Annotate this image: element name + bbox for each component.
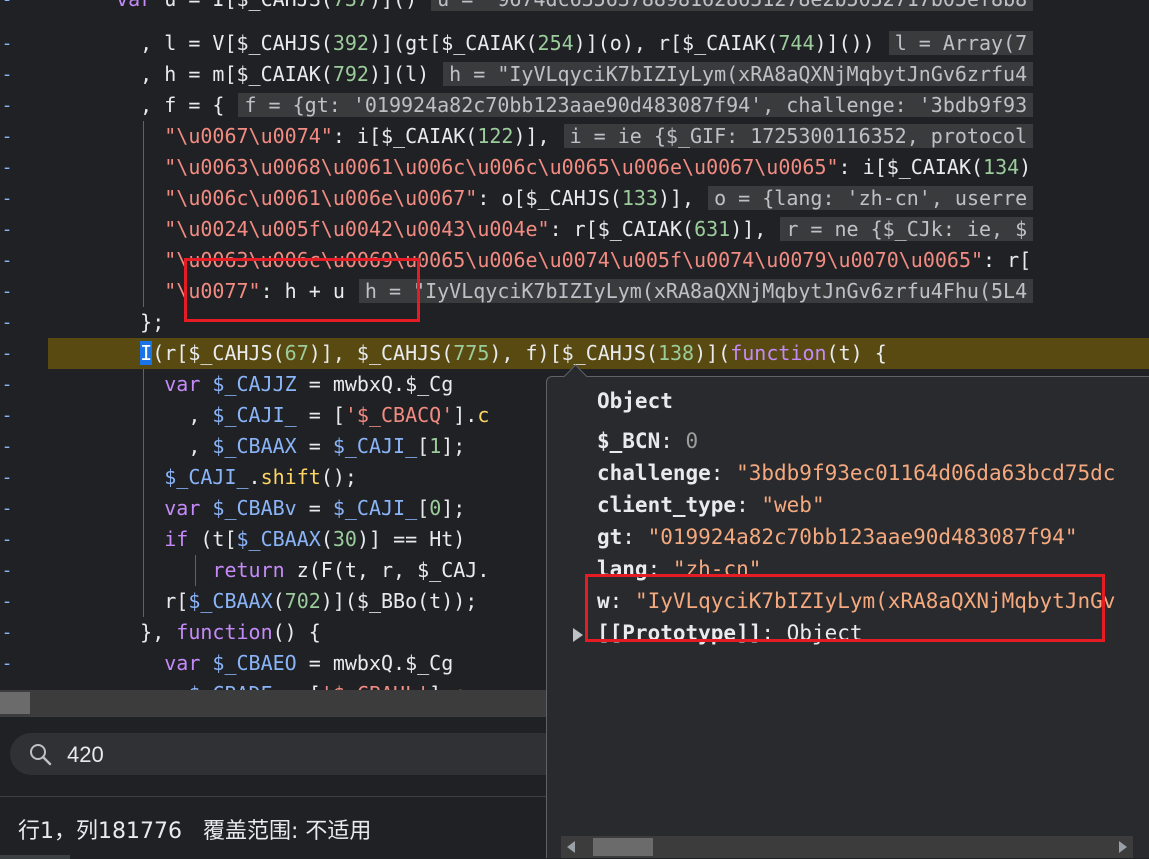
line-marker[interactable]: - (0, 431, 14, 462)
inline-value-preview: o = {lang: 'zh-cn', userre (708, 186, 1034, 210)
popover-horizontal-scrollbar[interactable] (561, 836, 1133, 858)
status-bar: 行1，列181776 覆盖范围: 不适用 (0, 796, 548, 859)
editor-horizontal-scrollbar[interactable] (0, 690, 548, 716)
code-line[interactable]: "\u0024\u005f\u0042\u0043\u004e": r[$_CA… (48, 214, 1149, 245)
code-line[interactable]: "\u0063\u0068\u0061\u006c\u006c\u0065\u0… (48, 152, 1149, 183)
search-bar (0, 716, 548, 797)
line-marker[interactable]: - (0, 183, 14, 214)
indent-guide (143, 121, 144, 307)
code-line[interactable]: , h = m[$_CAIAK(792)](l) h = "IyVLqyciK7b… (48, 59, 1149, 90)
inline-value-preview: h = "IyVLqyciK7bIZIyLym(xRA8aQXNjMqbytJn… (443, 62, 1034, 86)
line-marker[interactable]: - (0, 28, 14, 59)
code-line[interactable]: "\u0067\u0074": i[$_CAIAK(122)], i = ie {… (48, 121, 1149, 152)
expand-triangle-icon[interactable] (573, 628, 583, 642)
search-input[interactable] (65, 737, 539, 773)
property-value: 0 (685, 429, 699, 453)
property-gt[interactable]: gt: "019924a82c70bb123aae90d483087f94" (597, 521, 1077, 553)
line-marker[interactable]: - (0, 307, 14, 338)
property-key: client_type (597, 493, 737, 517)
inline-value-preview: f = {gt: '019924a82c70bb123aae90d483087f… (238, 93, 1034, 117)
code-line[interactable]: , l = V[$_CAHJS(392)](gt[$_CAIAK(254)](o… (48, 28, 1149, 59)
object-preview-popover[interactable]: Object $_BCN: 0 challenge: "3bdb9f93ec011… (546, 364, 1149, 858)
line-marker[interactable]: - (0, 152, 14, 183)
property-bcn[interactable]: $_BCN: 0 (597, 425, 698, 457)
code-line[interactable]: , f = {f = {gt: '019924a82c70bb123aae90d… (48, 90, 1149, 121)
status-position-coverage: 行1，列181776 覆盖范围: 不适用 (18, 819, 372, 844)
property-value: "019924a82c70bb123aae90d483087f94" (647, 525, 1078, 549)
line-gutter: ----------------------- (0, 0, 48, 690)
status-scroll-indicator (0, 855, 70, 859)
line-marker[interactable]: - (0, 338, 14, 369)
inline-value-preview: l = Array(7 (888, 31, 1034, 55)
property-value: "web" (761, 493, 825, 517)
code-line-paused[interactable]: I(r[$_CAHJS(67)], $_CAHJS(775), f)[$_CAH… (48, 338, 1149, 369)
line-marker[interactable]: - (0, 59, 14, 90)
line-marker[interactable]: - (0, 276, 14, 307)
annotation-box-w-assign (184, 258, 420, 322)
code-line[interactable]: var u = I[$_CAHJS(737)]()u = '9674dc6356… (48, 0, 1149, 15)
indent-guide (195, 555, 196, 586)
line-marker[interactable]: - (0, 400, 14, 431)
inline-value-preview: i = ie {$_GIF: 1725300116352, protocol (563, 124, 1034, 148)
search-field[interactable] (10, 733, 548, 775)
line-marker[interactable]: - (0, 121, 14, 152)
inline-value-preview: h = "IyVLqyciK7bIZIyLym(xRA8aQXNjMqbytJn… (358, 279, 1034, 303)
line-marker[interactable]: - (0, 462, 14, 493)
search-icon (30, 744, 52, 766)
line-marker[interactable]: - (0, 555, 14, 586)
annotation-box-w-property (585, 574, 1105, 642)
scrollbar-thumb[interactable] (593, 838, 653, 856)
property-value: "3bdb9f93ec01164d06da63bcd75dc (736, 461, 1116, 485)
popover-title: Object (597, 389, 673, 413)
line-marker[interactable]: - (0, 617, 14, 648)
line-marker[interactable]: - (0, 0, 14, 15)
scroll-left-icon[interactable] (567, 841, 575, 853)
inline-value-preview: u = '9674dc63563788981628651278e2b505271… (431, 0, 1034, 11)
property-key: challenge (597, 461, 711, 485)
code-line[interactable]: "\u006c\u0061\u006e\u0067": o[$_CAHJS(13… (48, 183, 1149, 214)
indent-guide (143, 369, 144, 617)
property-key: gt (597, 525, 623, 549)
line-marker[interactable]: - (0, 586, 14, 617)
property-client-type[interactable]: client_type: "web" (597, 489, 825, 521)
line-marker[interactable]: - (0, 648, 14, 679)
line-marker[interactable]: - (0, 679, 14, 690)
line-marker[interactable]: - (0, 524, 14, 555)
scroll-right-icon[interactable] (1119, 841, 1127, 853)
inline-value-preview: r = ne {$_CJk: ie, $ (780, 217, 1034, 241)
property-challenge[interactable]: challenge: "3bdb9f93ec01164d06da63bcd75d… (597, 457, 1115, 489)
property-key: $_BCN (597, 429, 661, 453)
line-marker[interactable]: - (0, 90, 14, 121)
line-marker[interactable]: - (0, 245, 14, 276)
line-marker[interactable]: - (0, 493, 14, 524)
line-marker[interactable]: - (0, 369, 14, 400)
scrollbar-thumb[interactable] (0, 692, 30, 714)
line-marker[interactable]: - (0, 214, 14, 245)
